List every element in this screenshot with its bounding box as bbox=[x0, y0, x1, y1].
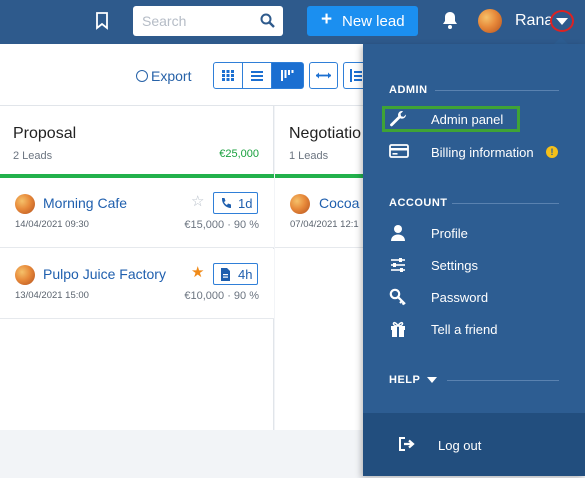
menu-item-label: Profile bbox=[431, 226, 468, 241]
column-title: Proposal bbox=[13, 125, 77, 142]
bookmark-icon[interactable] bbox=[95, 12, 113, 32]
lead-name[interactable]: Cocoa bbox=[319, 195, 359, 211]
menu-item-admin-panel[interactable]: Admin panel bbox=[389, 106, 569, 132]
badge-text: 4h bbox=[238, 267, 253, 282]
section-divider bbox=[452, 203, 559, 204]
document-icon bbox=[221, 268, 230, 281]
user-name[interactable]: Rana bbox=[515, 12, 553, 30]
lead-amount: €15,000 · 90 % bbox=[184, 219, 259, 231]
star-icon[interactable]: ☆ bbox=[191, 194, 204, 210]
menu-item-tell-friend[interactable]: Tell a friend bbox=[389, 316, 569, 342]
caret-down-icon[interactable] bbox=[427, 377, 437, 383]
lead-name[interactable]: Morning Cafe bbox=[43, 195, 127, 211]
gift-icon bbox=[389, 320, 409, 338]
lead-amount: €10,000 · 90 % bbox=[184, 290, 259, 302]
grid-view-button[interactable] bbox=[213, 62, 243, 89]
section-divider bbox=[447, 380, 559, 381]
new-lead-label: New lead bbox=[342, 13, 405, 30]
menu-item-label: Password bbox=[431, 290, 489, 305]
activity-badge[interactable]: 1d bbox=[213, 192, 258, 214]
star-icon[interactable]: ★ bbox=[191, 265, 204, 281]
pipeline-toolbar: Export bbox=[0, 44, 365, 106]
search-input[interactable]: Search bbox=[142, 13, 186, 29]
list-view-button[interactable] bbox=[242, 62, 272, 89]
grid-view-icon bbox=[222, 70, 234, 81]
logout-icon bbox=[398, 436, 418, 454]
sort-button[interactable] bbox=[343, 62, 365, 89]
pipeline-view-icon bbox=[281, 70, 294, 81]
user-avatar[interactable] bbox=[478, 9, 502, 33]
section-divider bbox=[435, 90, 559, 91]
account-section-header: ACCOUNT bbox=[389, 197, 448, 209]
person-icon bbox=[389, 224, 409, 242]
sliders-icon bbox=[389, 256, 409, 274]
caret-down-icon bbox=[556, 18, 568, 25]
lead-date: 07/04/2021 12:1 bbox=[290, 219, 359, 230]
menu-item-profile[interactable]: Profile bbox=[389, 220, 569, 246]
badge-text: 1d bbox=[238, 196, 253, 211]
user-menu-toggle[interactable] bbox=[550, 10, 574, 32]
lead-card[interactable]: Cocoa 07/04/2021 12:1 bbox=[275, 178, 365, 248]
menu-item-billing[interactable]: Billing information bbox=[389, 139, 569, 165]
activity-badge[interactable]: 4h bbox=[213, 263, 258, 285]
export-button[interactable]: Export bbox=[136, 68, 191, 84]
export-label: Export bbox=[151, 68, 192, 84]
pipeline-column-negotiation: Negotiatio 1 Leads Cocoa 07/04/2021 12:1 bbox=[275, 106, 365, 430]
menu-item-label: Tell a friend bbox=[431, 322, 498, 337]
new-lead-button[interactable]: + New lead bbox=[307, 6, 418, 36]
top-navbar: Search + New lead Rana bbox=[0, 0, 585, 44]
column-lead-count: 1 Leads bbox=[289, 150, 329, 162]
menu-item-logout[interactable]: Log out bbox=[398, 432, 578, 458]
lead-avatar bbox=[15, 194, 35, 214]
menu-item-label: Admin panel bbox=[431, 112, 504, 127]
credit-card-icon bbox=[389, 143, 409, 161]
admin-section-header: ADMIN bbox=[389, 84, 428, 96]
sort-icon bbox=[350, 69, 362, 82]
lead-avatar bbox=[290, 194, 310, 214]
expand-button[interactable] bbox=[309, 62, 338, 89]
column-lead-count: 2 Leads bbox=[13, 150, 53, 162]
menu-item-label: Settings bbox=[431, 258, 478, 273]
lead-avatar bbox=[15, 265, 35, 285]
menu-item-label: Log out bbox=[438, 438, 482, 453]
lead-card[interactable]: Pulpo Juice Factory ★ 4h 13/04/2021 15:0… bbox=[0, 249, 274, 319]
column-total-amount: €25,000 bbox=[219, 148, 259, 160]
menu-item-password[interactable]: Password bbox=[389, 284, 569, 310]
bell-icon[interactable] bbox=[442, 11, 458, 35]
phone-icon bbox=[222, 198, 231, 208]
search-box[interactable]: Search bbox=[133, 6, 283, 36]
export-icon bbox=[136, 70, 148, 82]
wrench-icon bbox=[389, 110, 409, 128]
expand-icon bbox=[316, 72, 331, 79]
lead-name[interactable]: Pulpo Juice Factory bbox=[43, 266, 166, 282]
list-view-icon bbox=[251, 71, 263, 81]
help-section-toggle[interactable]: HELP bbox=[389, 374, 420, 386]
pipeline-view-button[interactable] bbox=[271, 62, 304, 89]
lead-date: 13/04/2021 15:00 bbox=[15, 290, 89, 301]
key-icon bbox=[389, 288, 409, 306]
pipeline-column-proposal: Proposal 2 Leads €25,000 Morning Cafe ☆ … bbox=[0, 106, 274, 430]
lead-card[interactable]: Morning Cafe ☆ 1d 14/04/2021 09:30 €15,0… bbox=[0, 178, 274, 248]
menu-item-label: Billing information bbox=[431, 145, 534, 160]
menu-item-settings[interactable]: Settings bbox=[389, 252, 569, 278]
board-footer bbox=[0, 430, 363, 478]
billing-alert-icon: ! bbox=[546, 146, 558, 158]
lead-date: 14/04/2021 09:30 bbox=[15, 219, 89, 230]
search-icon[interactable] bbox=[260, 13, 275, 28]
plus-icon: + bbox=[321, 9, 333, 30]
column-title: Negotiatio bbox=[289, 125, 362, 142]
